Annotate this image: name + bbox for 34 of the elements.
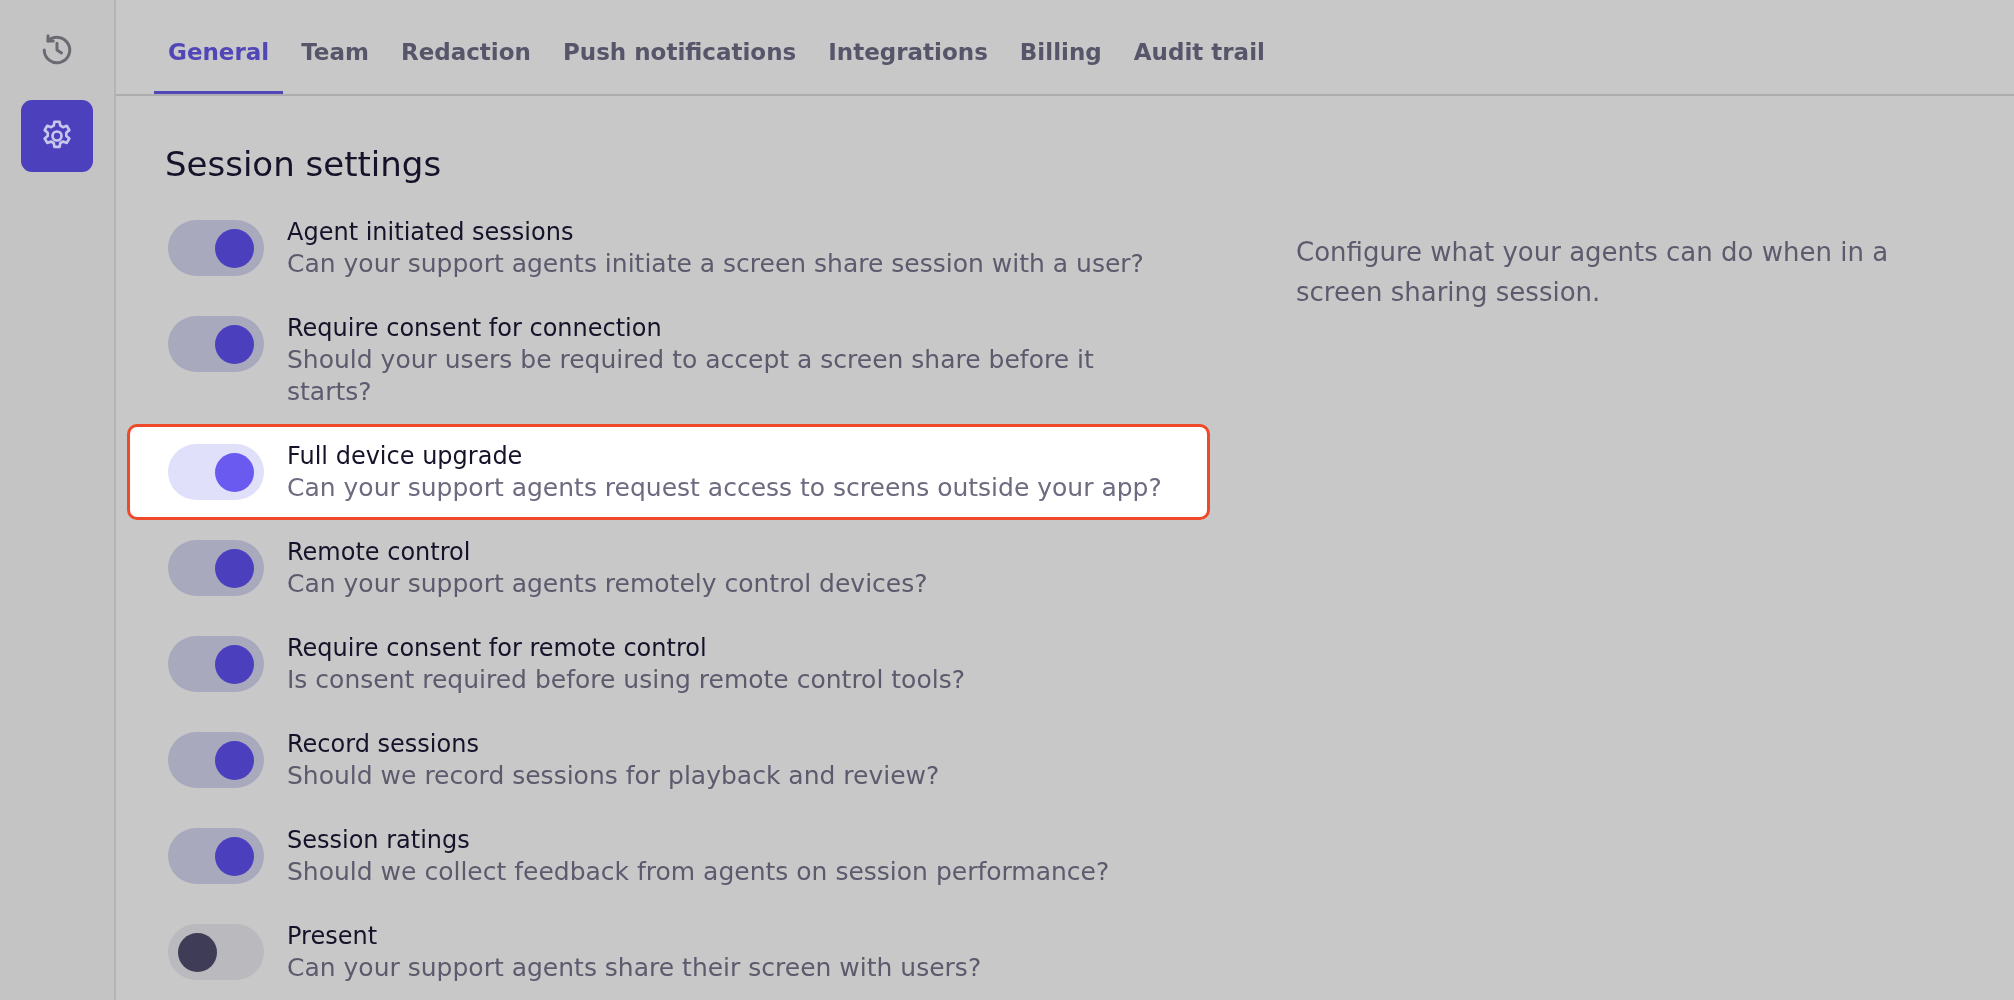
tab[interactable]: General [154,39,284,94]
toggle-switch[interactable] [168,828,264,884]
setting-title: Present [287,921,379,952]
tab[interactable]: Integrations [814,39,1002,94]
toggle-switch[interactable] [168,636,264,692]
section-description: Configure what your agents can do when in a screen sharing session. [1296,236,1890,309]
toggle-switch[interactable] [168,732,264,788]
setting-description: Is consent required before using remote control tools? [287,664,965,696]
setting-description: Can your support agents request access to screens outside your app? [287,472,1162,504]
tab[interactable]: Redaction [386,39,545,94]
setting-title: Record sessions [287,729,480,760]
setting-description: Should your users be required to accept a screen share before it starts? [287,344,1095,408]
toggle-switch[interactable] [168,924,264,980]
tab[interactable]: Audit trail [1119,39,1279,94]
toggle-switch[interactable] [168,220,264,276]
tab[interactable]: Billing [1005,39,1116,94]
section-heading: Session settings [165,143,443,186]
setting-title: Require consent for remote control [287,633,708,664]
setting-description: Should we collect feedback from agents on session performance? [287,856,1110,888]
toggle-switch[interactable] [168,444,264,500]
setting-description: Should we record sessions for playback and review? [287,760,940,792]
settings-button[interactable] [21,100,93,172]
toggle-switch[interactable] [168,316,264,372]
tab[interactable]: Push notifications [548,39,811,94]
setting-title: Session ratings [287,825,471,856]
setting-description: Can your support agents share their screen with users? [287,952,982,984]
setting-description: Can your support agents initiate a screen share session with a user? [287,248,1144,280]
setting-title: Remote control [287,537,472,568]
tab[interactable]: Team [287,39,383,94]
setting-title: Require consent for connection [287,313,663,344]
setting-title: Agent initiated sessions [287,217,575,248]
setting-description: Can your support agents remotely control devices? [287,568,928,600]
setting-title: Full device upgrade [287,441,524,472]
toggle-switch[interactable] [168,540,264,596]
